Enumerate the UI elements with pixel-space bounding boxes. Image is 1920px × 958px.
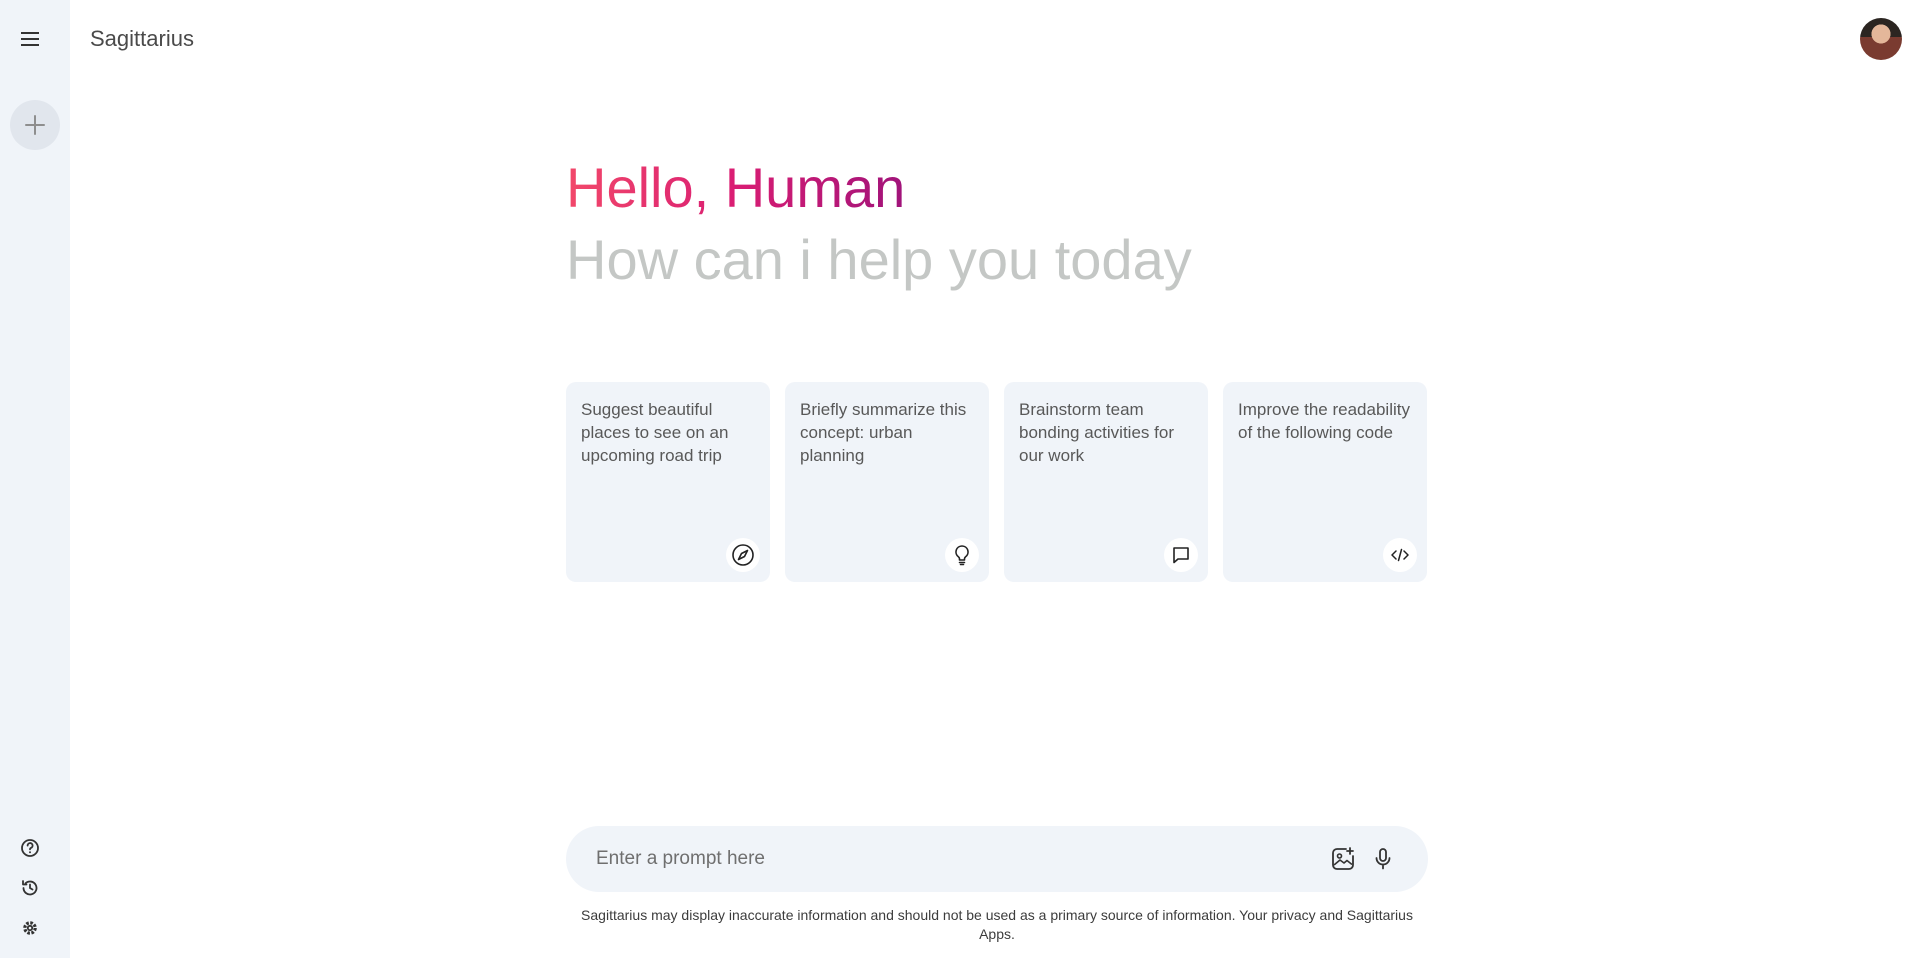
prompt-bar	[566, 826, 1428, 892]
suggestion-card-code-readability[interactable]: Improve the readability of the following…	[1223, 382, 1427, 582]
card-text: Improve the readability of the following…	[1238, 400, 1410, 442]
suggestion-card-urban-planning[interactable]: Briefly summarize this concept: urban pl…	[785, 382, 989, 582]
user-avatar[interactable]	[1860, 18, 1902, 60]
sidebar	[0, 0, 70, 958]
suggestion-card-road-trip[interactable]: Suggest beautiful places to see on an up…	[566, 382, 770, 582]
disclaimer-text: Sagittarius may display inaccurate infor…	[581, 907, 1413, 942]
suggestion-cards: Suggest beautiful places to see on an up…	[566, 382, 1427, 582]
microphone-icon[interactable]	[1368, 844, 1398, 874]
settings-icon[interactable]	[18, 916, 42, 940]
bulb-icon	[945, 538, 979, 572]
image-upload-icon[interactable]	[1328, 844, 1358, 874]
suggestion-card-team-bonding[interactable]: Brainstorm team bonding activities for o…	[1004, 382, 1208, 582]
new-chat-button[interactable]	[10, 100, 60, 150]
message-icon	[1164, 538, 1198, 572]
compass-icon	[726, 538, 760, 572]
help-icon[interactable]	[18, 836, 42, 860]
greeting: Hello, Human How can i help you today	[566, 152, 1192, 296]
card-text: Briefly summarize this concept: urban pl…	[800, 400, 967, 465]
history-icon[interactable]	[18, 876, 42, 900]
card-text: Brainstorm team bonding activities for o…	[1019, 400, 1174, 465]
card-text: Suggest beautiful places to see on an up…	[581, 400, 729, 465]
code-icon	[1383, 538, 1417, 572]
greeting-hello: Hello, Human	[566, 152, 905, 224]
prompt-input[interactable]	[596, 848, 1318, 870]
app-title: Sagittarius	[90, 26, 194, 51]
menu-icon[interactable]	[16, 27, 44, 51]
plus-icon	[25, 115, 45, 135]
greeting-subtitle: How can i help you today	[566, 228, 1192, 291]
